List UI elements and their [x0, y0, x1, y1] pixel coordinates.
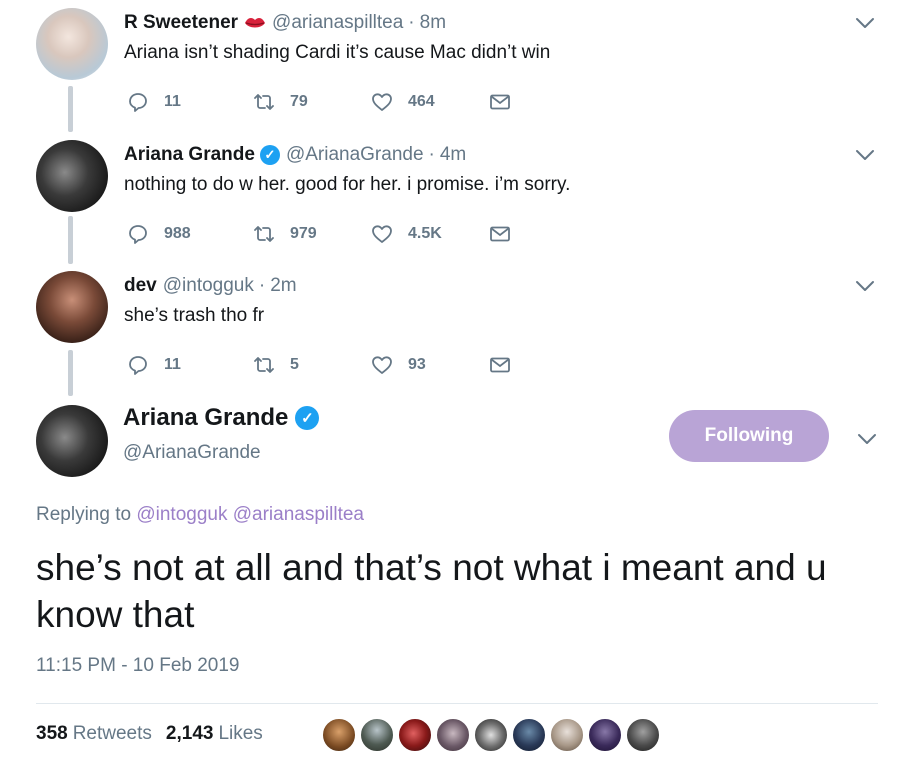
verified-badge-icon: ✓: [295, 406, 320, 430]
reply-button[interactable]: 988: [126, 222, 191, 246]
retweet-icon: [254, 226, 274, 242]
tweet-actions: 988 979 4.5K: [126, 222, 546, 246]
liker-avatar[interactable]: [550, 718, 584, 752]
tweet-time[interactable]: 2m: [270, 275, 296, 297]
direct-message-button[interactable]: [488, 222, 526, 246]
retweets-stat[interactable]: 358 Retweets: [36, 723, 152, 745]
liker-avatar[interactable]: [360, 718, 394, 752]
separator: ·: [428, 144, 435, 165]
direct-message-button[interactable]: [488, 353, 526, 377]
tweet-time[interactable]: 4m: [440, 144, 466, 166]
main-user-handle[interactable]: @ArianaGrande: [123, 442, 261, 464]
tweet-actions: 11 5 93: [126, 353, 546, 377]
like-button[interactable]: 4.5K: [370, 222, 442, 246]
verified-badge-icon: ✓: [259, 145, 280, 165]
like-count: 4.5K: [408, 225, 442, 242]
retweets-label: Retweets: [72, 723, 152, 744]
liker-avatar[interactable]: [474, 718, 508, 752]
reply-button[interactable]: 11: [126, 353, 181, 377]
chevron-down-icon[interactable]: [854, 16, 876, 30]
avatar[interactable]: [36, 140, 108, 212]
liker-avatar[interactable]: [588, 718, 622, 752]
reply-count: 11: [164, 356, 181, 373]
reply-button[interactable]: 11: [126, 90, 181, 114]
reply-tweet[interactable]: Ariana Grande ✓ @ArianaGrande · 4m nothi…: [36, 140, 876, 244]
retweet-icon: [254, 94, 274, 110]
replying-prefix: Replying to: [36, 504, 132, 525]
liker-avatar[interactable]: [436, 718, 470, 752]
liker-avatar[interactable]: [512, 718, 546, 752]
chevron-down-icon[interactable]: [854, 279, 876, 293]
reply-icon: [129, 356, 147, 375]
retweet-count: 79: [290, 93, 308, 110]
retweet-count: 5: [290, 356, 299, 373]
like-button[interactable]: 93: [370, 353, 426, 377]
avatar[interactable]: [36, 271, 108, 343]
likes-count: 2,143: [165, 723, 214, 744]
main-user-name-row: Ariana Grande ✓: [123, 404, 320, 432]
liker-avatar[interactable]: [398, 718, 432, 752]
reply-count: 988: [164, 225, 191, 242]
main-avatar[interactable]: [36, 405, 108, 477]
reply-count: 11: [164, 93, 181, 110]
tweet-timestamp[interactable]: 11:15 PM - 10 Feb 2019: [36, 655, 240, 677]
reply-icon: [129, 225, 147, 244]
like-count: 93: [408, 356, 426, 373]
retweet-button[interactable]: 5: [252, 353, 299, 377]
tweet-text: Ariana isn’t shading Cardi it’s cause Ma…: [124, 42, 551, 63]
following-button[interactable]: Following: [669, 410, 829, 462]
envelope-icon: [490, 94, 510, 110]
user-handle[interactable]: @intogguk: [163, 275, 254, 297]
user-name[interactable]: Ariana Grande: [124, 144, 255, 166]
tweet-text: she’s trash tho fr: [124, 305, 265, 326]
main-tweet-text: she’s not at all and that’s not what i m…: [36, 547, 827, 635]
tweet-header: Ariana Grande ✓ @ArianaGrande · 4m: [124, 144, 466, 166]
likes-label: Likes: [218, 723, 263, 744]
liker-avatars: [322, 718, 664, 756]
tweet-actions: 11 79 464: [126, 90, 546, 114]
separator: ·: [258, 275, 266, 296]
replying-to: Replying to @intogguk @arianaspilltea: [36, 504, 364, 526]
reply-icon: [129, 93, 147, 112]
heart-icon: [372, 225, 392, 243]
chevron-down-icon[interactable]: [854, 148, 876, 162]
heart-icon: [372, 356, 392, 374]
retweet-button[interactable]: 79: [252, 90, 308, 114]
user-name[interactable]: R Sweetener: [124, 12, 238, 34]
envelope-icon: [490, 226, 510, 242]
tweet-header: R Sweetener @arianaspilltea · 8m: [124, 12, 446, 34]
direct-message-button[interactable]: [488, 90, 526, 114]
liker-avatar[interactable]: [626, 718, 660, 752]
like-button[interactable]: 464: [370, 90, 435, 114]
separator: ·: [408, 12, 415, 33]
liker-avatar[interactable]: [322, 718, 356, 752]
main-user-name[interactable]: Ariana Grande: [123, 404, 288, 432]
retweet-button[interactable]: 979: [252, 222, 317, 246]
replying-to-link[interactable]: @arianaspilltea: [233, 504, 364, 525]
lips-icon: [245, 18, 266, 28]
chevron-down-icon[interactable]: [856, 432, 878, 446]
engagement-stats: 358 Retweets 2,143 Likes: [36, 723, 277, 745]
divider: [36, 703, 878, 704]
envelope-icon: [490, 357, 510, 373]
retweet-count: 979: [290, 225, 317, 242]
avatar[interactable]: [36, 8, 108, 80]
user-handle[interactable]: @arianaspilltea: [272, 12, 403, 34]
tweet-text: nothing to do w her. good for her. i pro…: [124, 174, 571, 195]
user-handle[interactable]: @ArianaGrande: [286, 144, 424, 166]
like-count: 464: [408, 93, 435, 110]
user-name[interactable]: dev: [124, 275, 157, 297]
retweet-icon: [254, 357, 274, 373]
tweet-header: dev @intogguk · 2m: [124, 275, 297, 297]
tweet-time[interactable]: 8m: [420, 12, 446, 34]
heart-icon: [372, 93, 392, 111]
replying-to-link[interactable]: @intogguk: [136, 504, 227, 525]
reply-tweet[interactable]: dev @intogguk · 2m she’s trash tho fr 11…: [36, 271, 876, 375]
reply-tweet[interactable]: R Sweetener @arianaspilltea · 8m Ariana …: [36, 8, 876, 112]
retweets-count: 358: [36, 723, 68, 744]
likes-stat[interactable]: 2,143 Likes: [166, 723, 263, 745]
